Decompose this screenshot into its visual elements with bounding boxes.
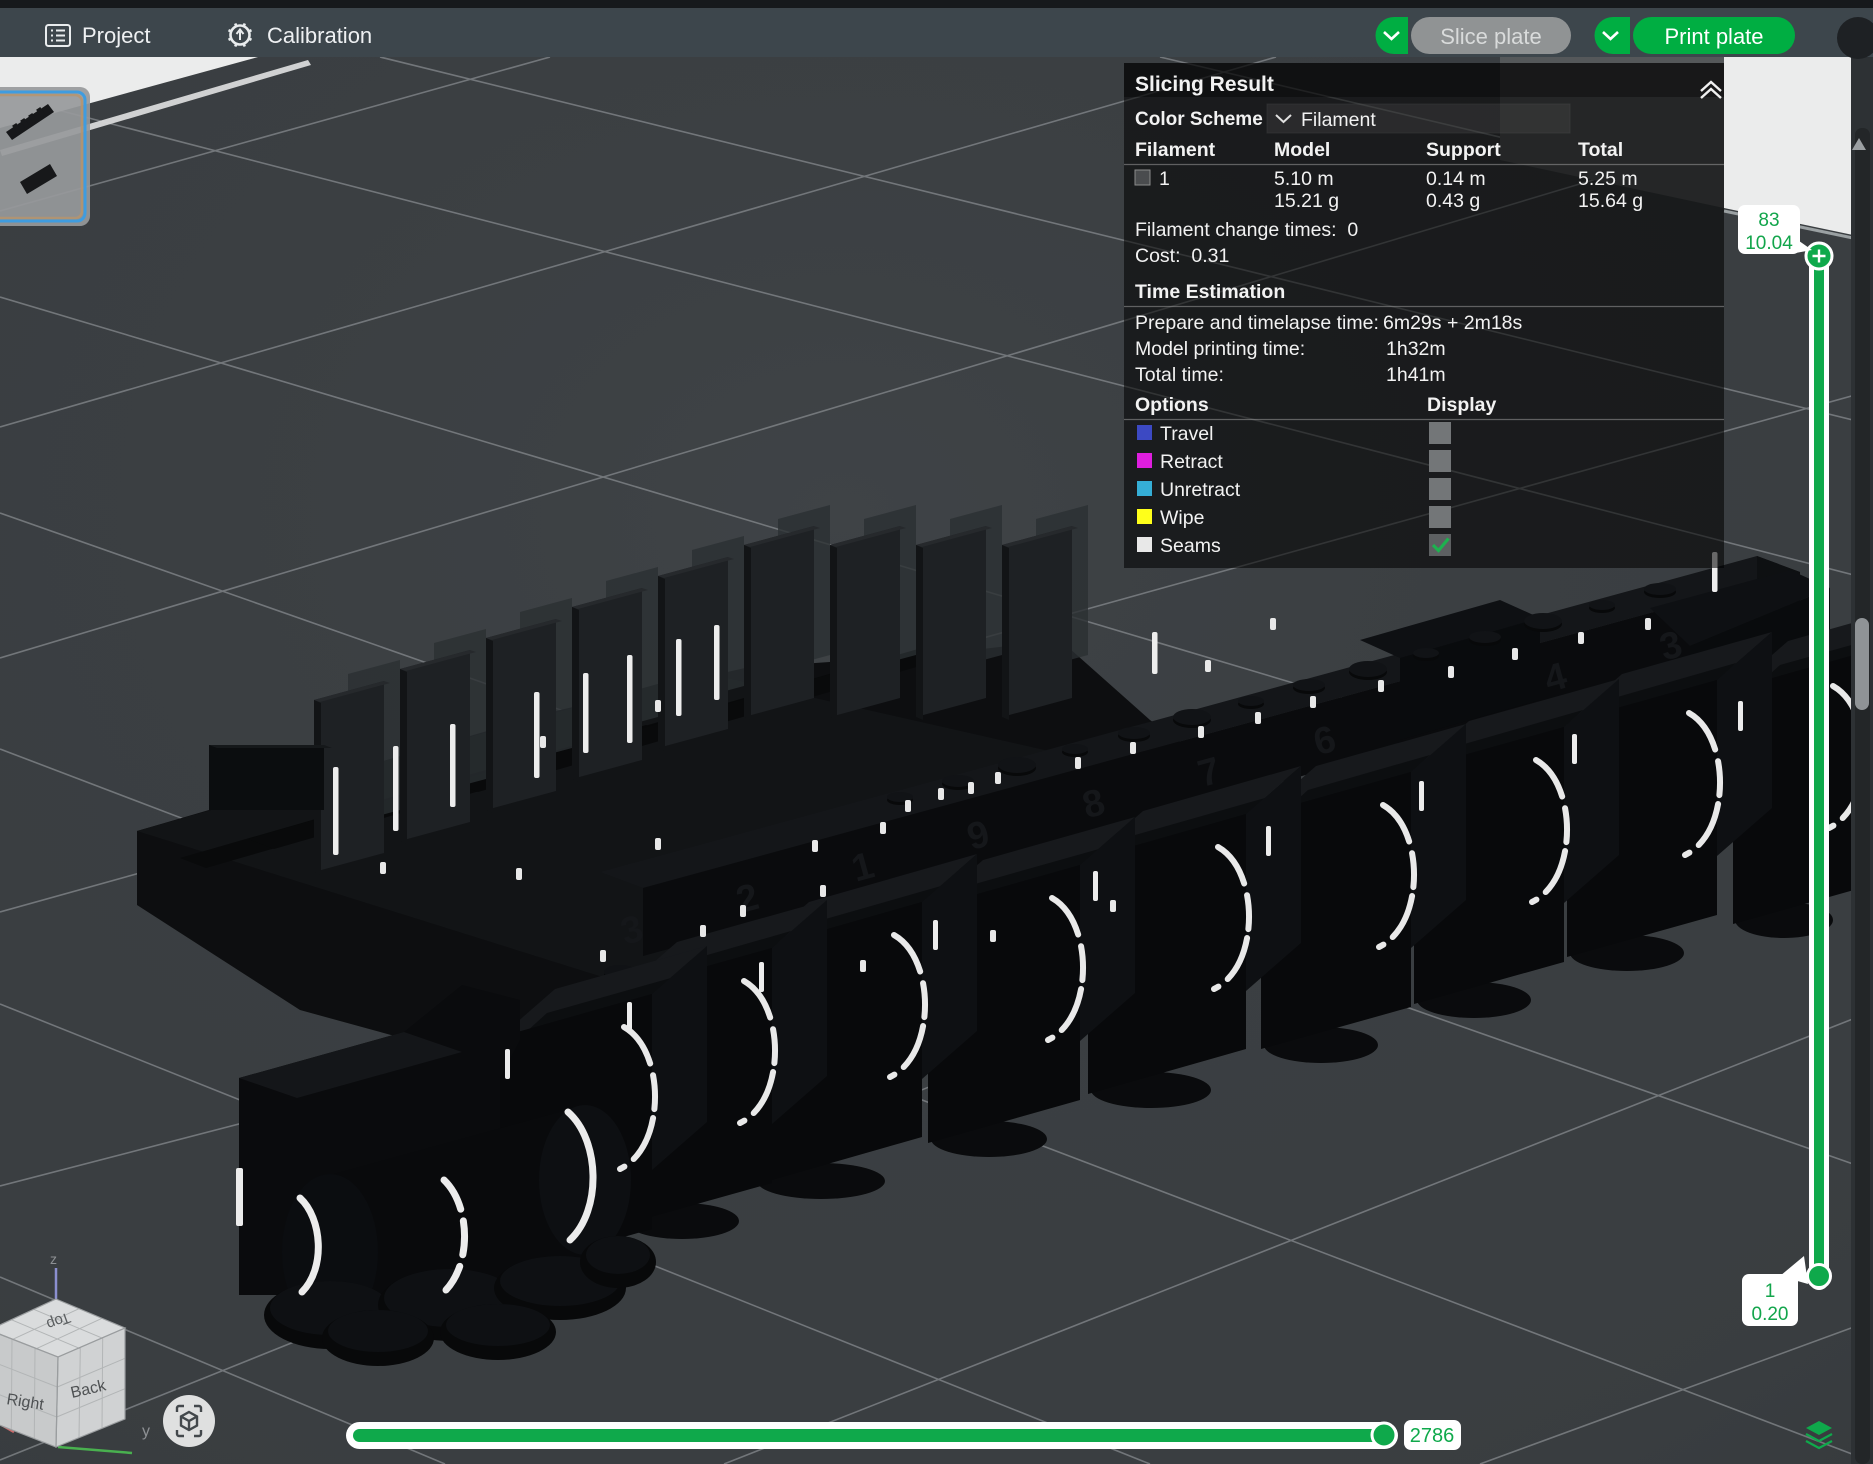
svg-text:Time Estimation: Time Estimation [1135, 281, 1285, 303]
svg-text:Options: Options [1135, 394, 1209, 416]
svg-text:y: y [142, 1423, 150, 1440]
svg-text:1h41m: 1h41m [1386, 364, 1446, 386]
svg-text:10.04: 10.04 [1745, 233, 1793, 254]
svg-text:Retract: Retract [1160, 451, 1223, 473]
svg-text:Display: Display [1427, 394, 1497, 416]
svg-text:Unretract: Unretract [1160, 479, 1241, 501]
svg-text:Slicing Result: Slicing Result [1135, 73, 1274, 96]
svg-text:Cost: 0.31: Cost: 0.31 [1135, 245, 1229, 267]
svg-text:Print plate: Print plate [1664, 24, 1763, 49]
svg-text:2786: 2786 [1410, 1425, 1455, 1447]
svg-text:z: z [50, 1251, 57, 1267]
svg-text:Filament: Filament [1135, 139, 1216, 161]
svg-text:Total time:: Total time: [1135, 364, 1224, 386]
svg-text:Slice plate: Slice plate [1440, 24, 1542, 49]
svg-text:83: 83 [1758, 210, 1779, 231]
svg-text:15.64 g: 15.64 g [1578, 190, 1643, 212]
svg-text:15.21 g: 15.21 g [1274, 190, 1339, 212]
svg-text:Total: Total [1578, 139, 1623, 161]
svg-text:Support: Support [1426, 139, 1501, 161]
svg-text:0.43 g: 0.43 g [1426, 190, 1480, 212]
svg-text:1: 1 [1159, 168, 1170, 190]
svg-text:Calibration: Calibration [267, 23, 372, 48]
svg-text:Filament change times: 0: Filament change times: 0 [1135, 219, 1358, 241]
svg-text:0.14 m: 0.14 m [1426, 168, 1486, 190]
svg-text:Seams: Seams [1160, 535, 1221, 557]
svg-text:1: 1 [1765, 1281, 1776, 1302]
svg-text:Model: Model [1274, 139, 1330, 161]
svg-text:6m29s + 2m18s: 6m29s + 2m18s [1383, 312, 1523, 334]
svg-text:Model printing time:: Model printing time: [1135, 338, 1305, 360]
svg-text:Project: Project [82, 23, 150, 48]
svg-text:Color Scheme: Color Scheme [1135, 109, 1263, 130]
svg-text:Wipe: Wipe [1160, 507, 1204, 529]
svg-text:Filament: Filament [1301, 109, 1376, 131]
svg-text:Prepare and timelapse time:: Prepare and timelapse time: [1135, 312, 1379, 334]
svg-text:0.20: 0.20 [1752, 1304, 1789, 1325]
svg-text:5.25 m: 5.25 m [1578, 168, 1638, 190]
svg-text:1h32m: 1h32m [1386, 338, 1446, 360]
svg-text:5.10 m: 5.10 m [1274, 168, 1334, 190]
svg-text:Travel: Travel [1160, 423, 1213, 445]
